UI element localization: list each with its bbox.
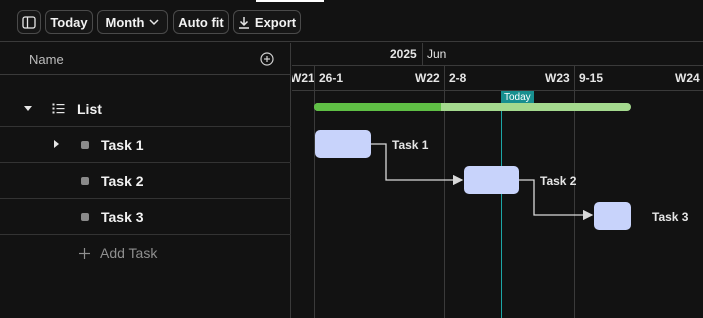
auto-fit-label: Auto fit — [178, 14, 224, 30]
task-row-label: Task 3 — [101, 209, 144, 225]
list-icon — [52, 102, 65, 115]
task-name-panel: Name List Task 1 Task 2 Task 3 Add Task — [0, 43, 291, 318]
view-mode-label: Month — [105, 14, 145, 30]
task-row-label: Task 2 — [101, 173, 144, 189]
gantt-timeline: 2025 Jun W21 26-1 W22 2-8 W23 9-15 W24 T… — [292, 43, 703, 318]
sidebar-toggle-button[interactable] — [17, 10, 41, 34]
sidebar-icon — [22, 15, 36, 29]
today-button[interactable]: Today — [45, 10, 93, 34]
task-square-icon — [81, 213, 89, 221]
plus-circle-icon[interactable] — [259, 51, 275, 67]
list-group-row[interactable]: List — [0, 91, 291, 127]
task-bar-label: Task 1 — [392, 138, 429, 152]
toolbar: Today Month Auto fit Export — [0, 2, 703, 42]
task-bar-label: Task 2 — [540, 174, 577, 188]
today-button-label: Today — [50, 14, 88, 30]
chevron-down-icon — [149, 18, 160, 26]
download-icon — [238, 16, 250, 29]
list-group-label: List — [77, 101, 102, 117]
task-row-2[interactable]: Task 2 — [0, 163, 291, 199]
task-square-icon — [81, 177, 89, 185]
export-label: Export — [254, 14, 297, 30]
add-task-label: Add Task — [100, 245, 158, 261]
task-row-3[interactable]: Task 3 — [0, 199, 291, 235]
task-row-1[interactable]: Task 1 — [0, 127, 291, 163]
caret-down-icon[interactable] — [24, 106, 32, 111]
name-column-label: Name — [29, 52, 64, 67]
name-column-header: Name — [0, 43, 291, 75]
gantt-app: Today Month Auto fit Export Name List Ta… — [0, 0, 703, 318]
task-square-icon — [81, 141, 89, 149]
task-row-label: Task 1 — [101, 137, 144, 153]
view-mode-dropdown[interactable]: Month — [97, 10, 168, 34]
task-bar-3[interactable] — [594, 202, 631, 230]
task-bar-2[interactable] — [464, 166, 519, 194]
plus-icon — [79, 246, 90, 259]
caret-right-icon[interactable] — [54, 140, 59, 148]
task-bar-1[interactable] — [315, 130, 371, 158]
add-task-row[interactable]: Add Task — [0, 235, 291, 271]
export-button[interactable]: Export — [233, 10, 301, 34]
auto-fit-button[interactable]: Auto fit — [173, 10, 229, 34]
task-bar-label: Task 3 — [652, 210, 689, 224]
